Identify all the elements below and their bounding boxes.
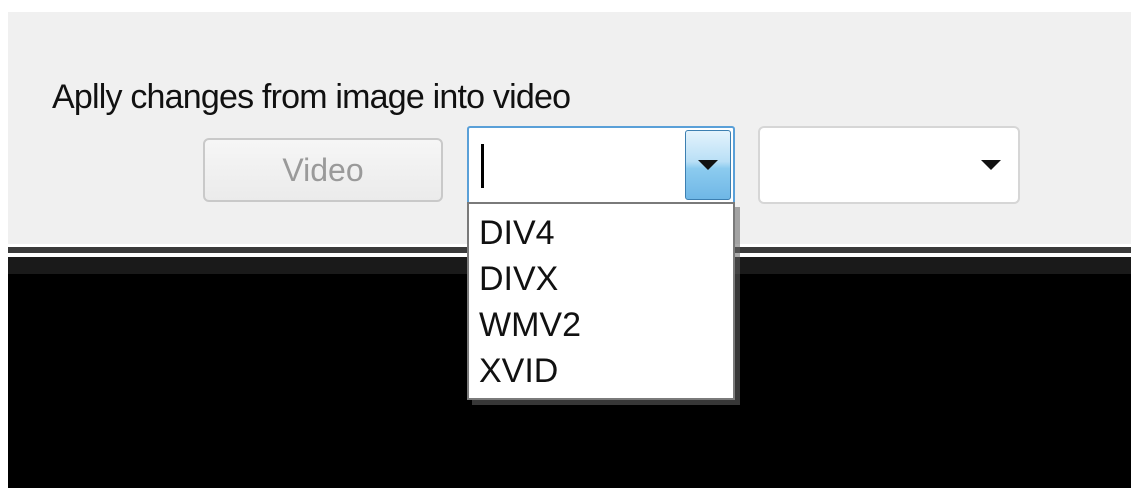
dropdown-option-wmv2[interactable]: WMV2 [469,302,733,348]
text-cursor [481,144,484,188]
video-button[interactable]: Video [203,138,443,202]
second-dropdown-button[interactable] [968,130,1014,200]
dropdown-option-divx[interactable]: DIVX [469,256,733,302]
dropdown-option-div4[interactable]: DIV4 [469,210,733,256]
options-panel: Aplly changes from image into video Vide… [8,12,1131,488]
chevron-down-icon [981,160,1001,170]
dropdown-option-xvid[interactable]: XVID [469,348,733,394]
chevron-down-icon [698,160,718,170]
codec-combobox-text[interactable] [479,138,674,192]
apply-changes-label: Aplly changes from image into video [52,78,571,116]
codec-combobox[interactable] [467,126,735,204]
second-combobox[interactable] [758,126,1020,204]
codec-dropdown-list: DIV4 DIVX WMV2 XVID [467,202,735,400]
codec-dropdown-button[interactable] [685,130,731,200]
